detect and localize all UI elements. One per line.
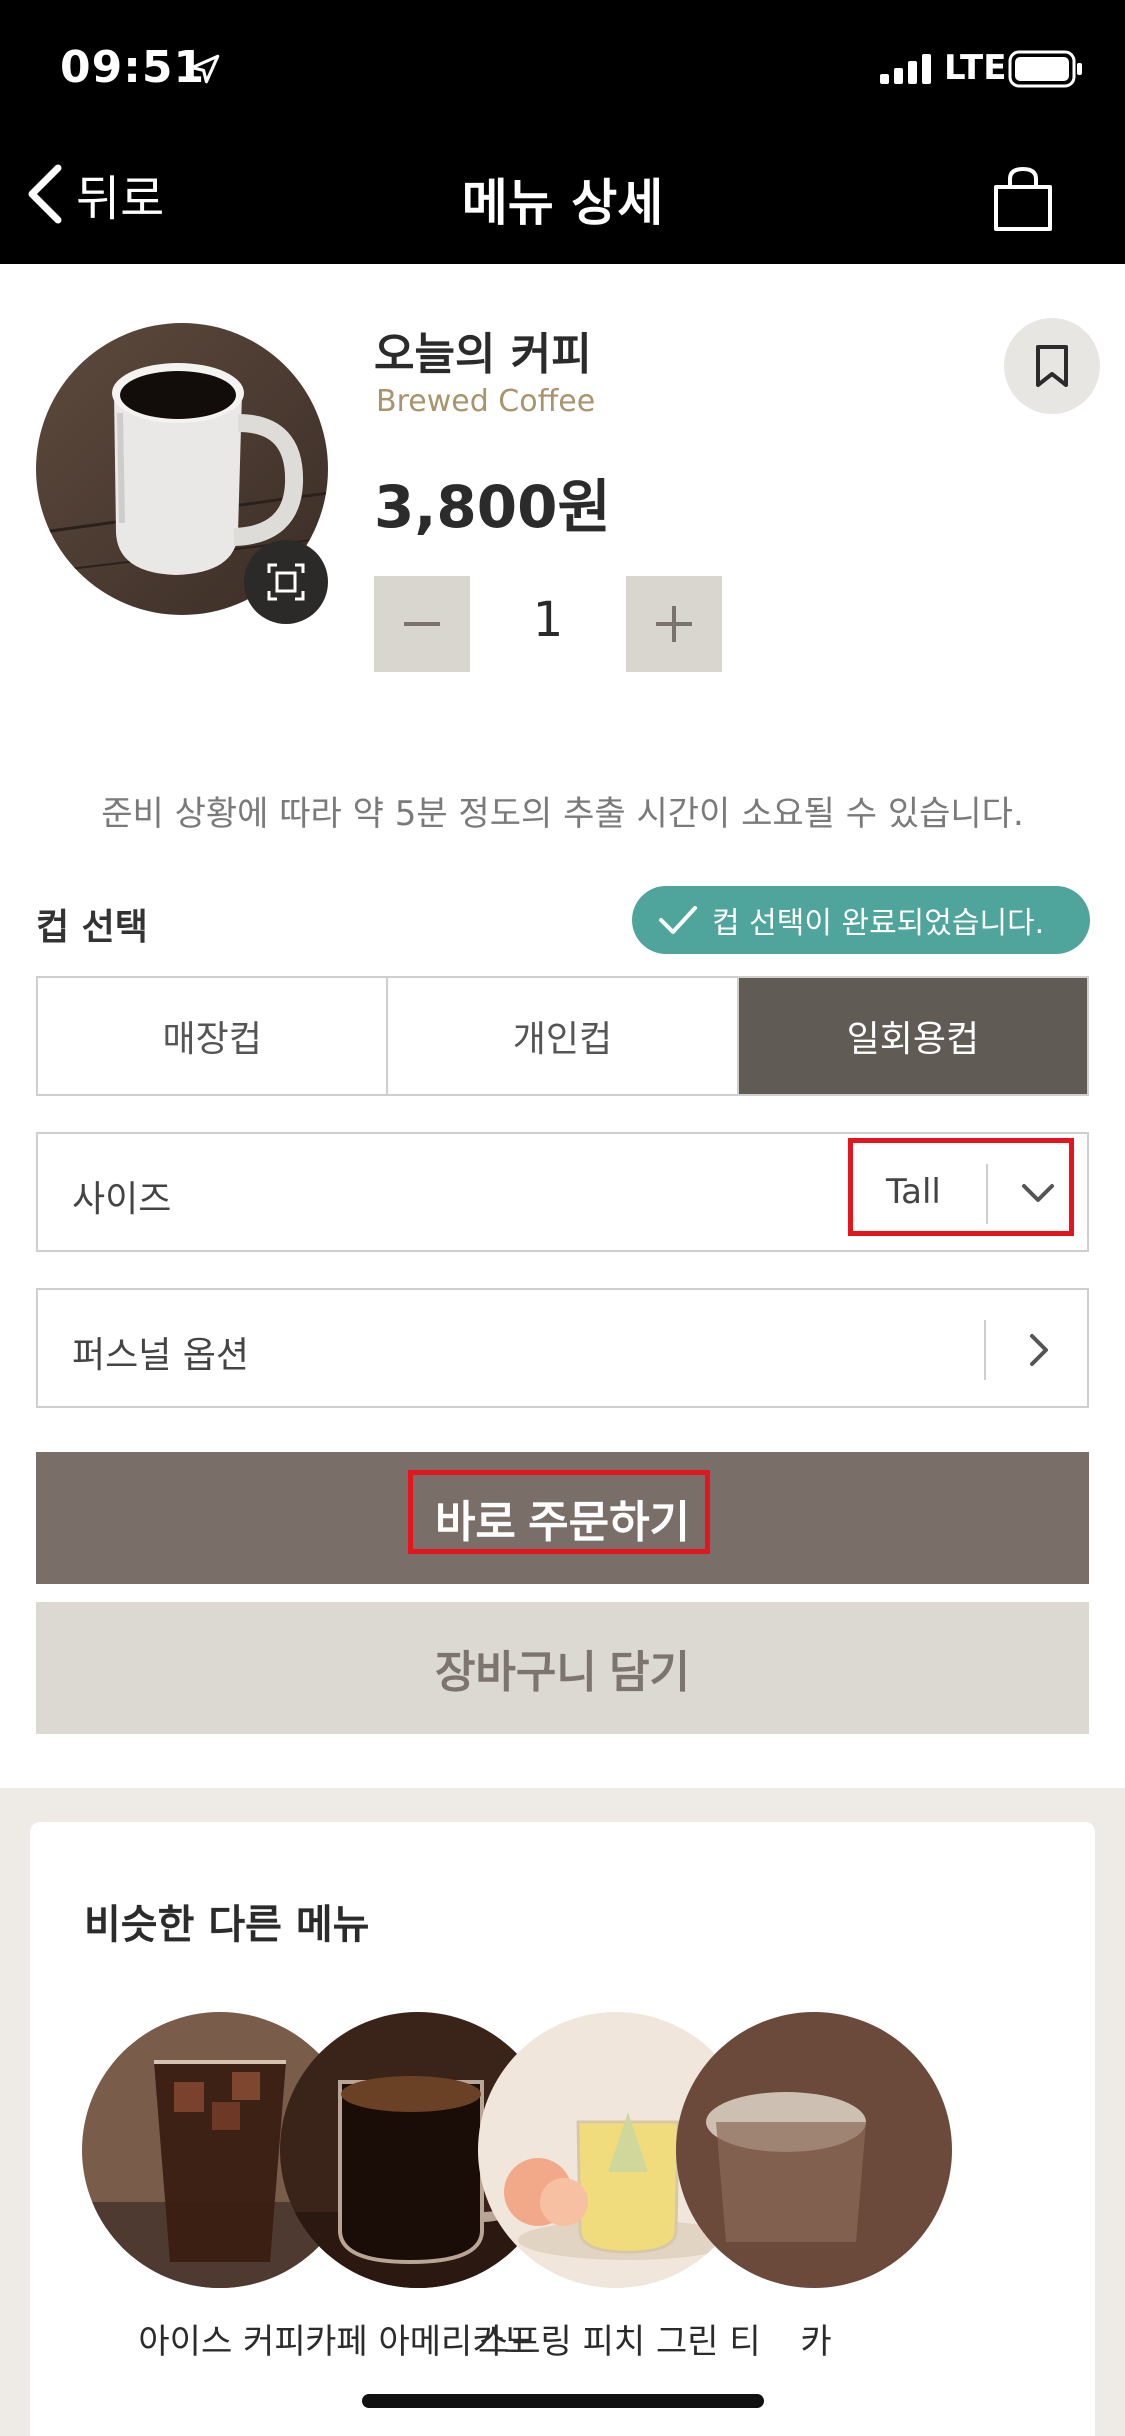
location-arrow-icon	[190, 54, 220, 84]
status-time: 09:51	[60, 42, 206, 93]
product-price: 3,800원	[374, 473, 611, 541]
quantity-value: 1	[532, 592, 564, 648]
chevron-down-icon	[1022, 1184, 1054, 1202]
cup-option-personal[interactable]: 개인컵	[388, 978, 739, 1094]
similar-item-name: 카	[800, 2322, 832, 2362]
bookmark-button[interactable]	[1004, 318, 1100, 414]
home-indicator	[362, 2394, 764, 2408]
size-value: Tall	[886, 1172, 941, 1212]
battery-icon	[1008, 50, 1082, 88]
add-to-cart-button[interactable]: 장바구니 담기	[36, 1602, 1089, 1734]
bookmark-icon	[1036, 345, 1068, 387]
order-now-label: 바로 주문하기	[434, 1498, 691, 1547]
size-label: 사이즈	[72, 1179, 172, 1220]
cup-complete-badge: 컵 선택이 완료되었습니다.	[632, 886, 1090, 954]
add-to-cart-label: 장바구니 담기	[434, 1648, 691, 1697]
size-select[interactable]: 사이즈 Tall	[36, 1132, 1089, 1252]
personal-option-label: 퍼스널 옵션	[72, 1335, 250, 1376]
similar-menu-card: 비슷한 다른 메뉴 아이스 커피 카페 아메리카노 스프링 피치 그린 티 카	[30, 1822, 1095, 2436]
network-label: LTE	[944, 48, 1007, 88]
signal-icon	[880, 54, 931, 84]
similar-menu-title: 비슷한 다른 메뉴	[84, 1902, 370, 1948]
page-title: 메뉴 상세	[461, 174, 664, 232]
cup-complete-text: 컵 선택이 완료되었습니다.	[712, 906, 1045, 941]
order-now-button[interactable]: 바로 주문하기	[36, 1452, 1089, 1584]
product-name: 오늘의 커피	[374, 329, 592, 380]
check-icon	[659, 906, 697, 934]
similar-item-partial[interactable]: 카	[676, 2012, 956, 2363]
divider	[986, 1164, 988, 1224]
shopping-bag-icon[interactable]	[990, 165, 1056, 233]
quantity-decrease-button[interactable]	[374, 576, 470, 672]
personal-option-row[interactable]: 퍼스널 옵션	[36, 1288, 1089, 1408]
chevron-right-icon	[1030, 1334, 1048, 1366]
preparation-notice: 준비 상황에 따라 약 5분 정도의 추출 시간이 소요될 수 있습니다.	[101, 794, 1024, 834]
header-bar: 09:51 LTE 뒤로 메뉴 상세	[0, 0, 1125, 264]
cup-select-label: 컵 선택	[36, 907, 148, 948]
plus-icon	[656, 606, 692, 642]
zoom-image-button[interactable]	[244, 540, 328, 624]
cup-option-disposable[interactable]: 일회용컵	[738, 978, 1087, 1094]
cup-options: 매장컵 개인컵 일회용컵	[36, 976, 1089, 1096]
expand-icon	[267, 563, 305, 601]
cup-option-store[interactable]: 매장컵	[38, 978, 389, 1094]
quantity-increase-button[interactable]	[626, 576, 722, 672]
similar-item-image	[676, 2012, 952, 2288]
product-english-name: Brewed Coffee	[376, 384, 596, 419]
divider	[984, 1320, 986, 1380]
minus-icon	[404, 622, 440, 626]
